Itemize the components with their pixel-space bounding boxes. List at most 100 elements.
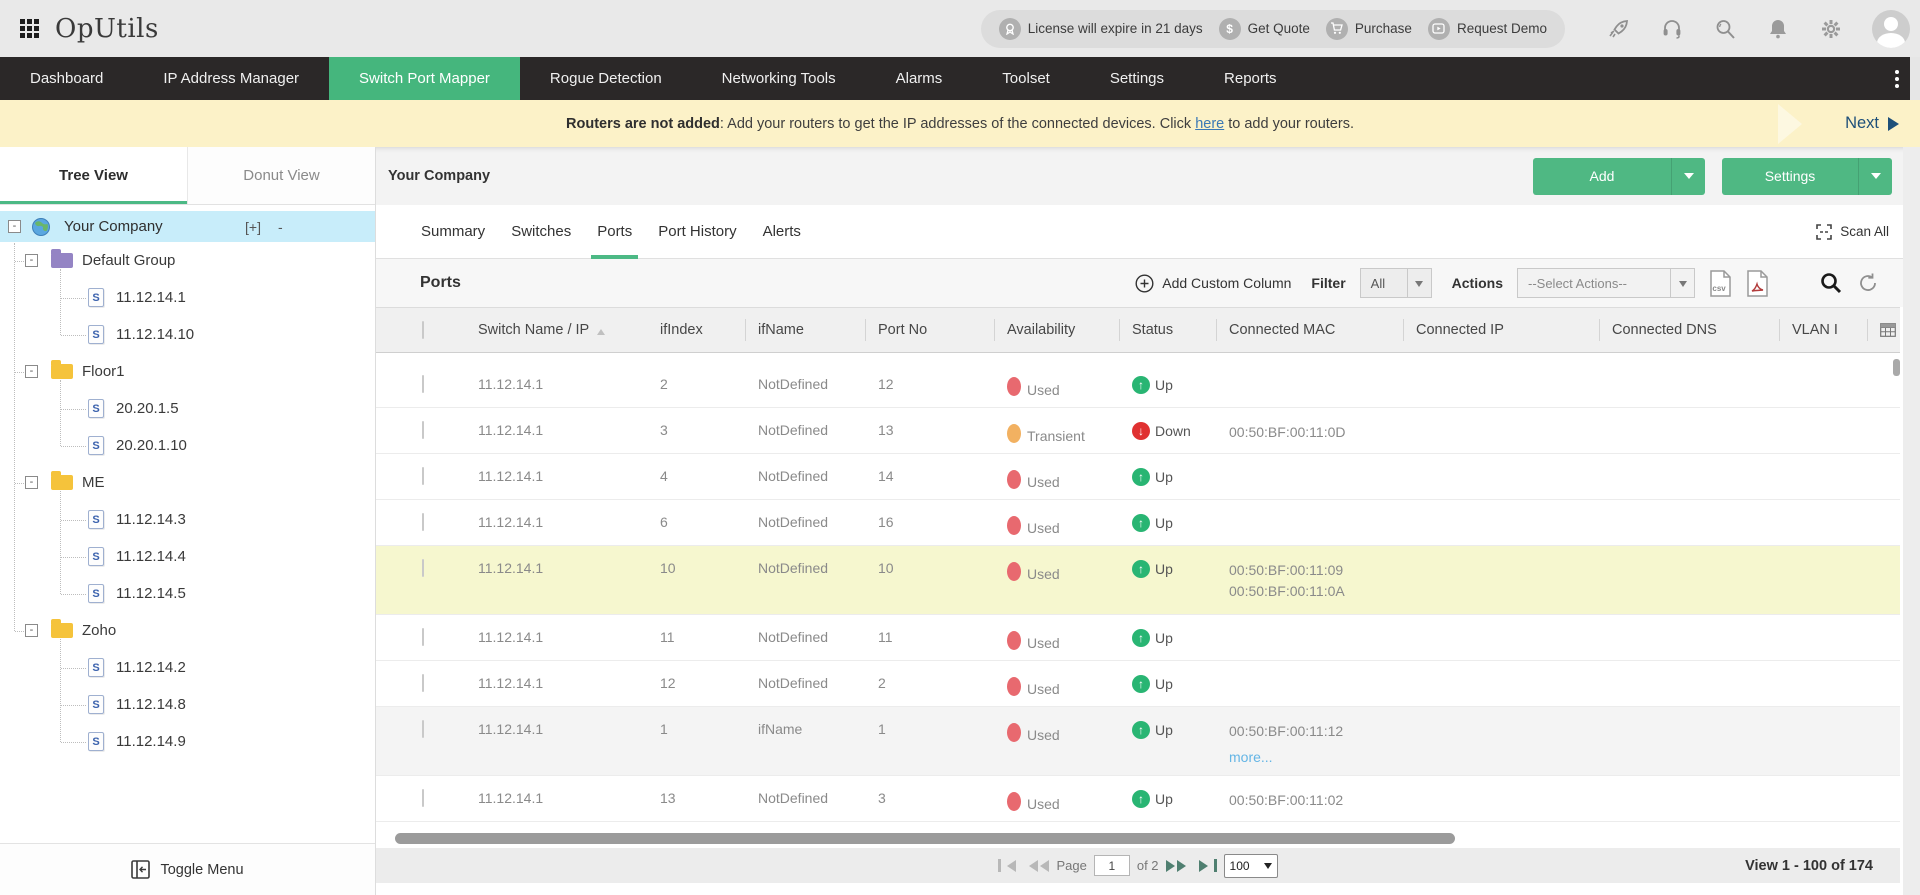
column-header-ifindex[interactable]: ifIndex <box>647 308 745 353</box>
nav-item-alarms[interactable]: Alarms <box>866 57 973 100</box>
get-quote-button[interactable]: $ Get Quote <box>1219 18 1310 40</box>
nav-item-switch-port-mapper[interactable]: Switch Port Mapper <box>329 57 520 100</box>
tree-group-zoho[interactable]: -Zoho <box>0 612 375 649</box>
scan-all-button[interactable]: Scan All <box>1816 205 1889 258</box>
table-row[interactable]: 11.12.14.112NotDefined2Used↑Up <box>376 661 1900 707</box>
expand-all-button[interactable]: [+] <box>245 219 261 235</box>
column-header-connected-dns[interactable]: Connected DNS <box>1599 308 1779 353</box>
tab-alerts[interactable]: Alerts <box>757 205 807 258</box>
tree-group-floor1[interactable]: -Floor1 <box>0 353 375 390</box>
user-avatar[interactable] <box>1872 10 1910 48</box>
page-size-select[interactable]: 100 <box>1224 854 1278 878</box>
next-button[interactable]: Next <box>1845 100 1906 147</box>
row-checkbox[interactable] <box>422 375 424 393</box>
column-header-availability[interactable]: Availability <box>994 308 1119 353</box>
rocket-icon[interactable] <box>1607 17 1631 41</box>
more-link[interactable]: more... <box>1229 747 1273 768</box>
table-row[interactable]: 11.12.14.12NotDefined12Used↑Up <box>376 362 1900 408</box>
tree-group-me[interactable]: -ME <box>0 464 375 501</box>
collapse-box-icon[interactable]: - <box>25 476 38 489</box>
nav-item-settings[interactable]: Settings <box>1080 57 1194 100</box>
add-dropdown-caret[interactable] <box>1671 158 1705 195</box>
column-header-ifname[interactable]: ifName <box>745 308 865 353</box>
tree-switch-11.12.14.4[interactable]: S11.12.14.4 <box>0 538 375 575</box>
add-custom-column-button[interactable]: Add Custom Column <box>1135 274 1291 293</box>
row-checkbox[interactable] <box>422 674 424 692</box>
tab-switches[interactable]: Switches <box>505 205 577 258</box>
table-search-icon[interactable] <box>1819 271 1843 295</box>
nav-item-toolset[interactable]: Toolset <box>972 57 1080 100</box>
tree-switch-20.20.1.5[interactable]: S20.20.1.5 <box>0 390 375 427</box>
toggle-menu-button[interactable]: Toggle Menu <box>0 843 375 895</box>
add-routers-link[interactable]: here <box>1195 116 1224 132</box>
collapse-box-icon[interactable]: - <box>25 624 38 637</box>
next-page-button[interactable] <box>1166 860 1192 872</box>
column-header-port-no[interactable]: Port No <box>865 308 994 353</box>
collapse-box-icon[interactable]: - <box>8 220 21 233</box>
refresh-icon[interactable] <box>1857 272 1879 294</box>
actions-select[interactable]: --Select Actions-- <box>1517 268 1695 298</box>
nav-item-networking-tools[interactable]: Networking Tools <box>692 57 866 100</box>
widget-colors-icon[interactable] <box>1783 272 1805 294</box>
row-checkbox[interactable] <box>422 467 424 485</box>
tree-switch-11.12.14.10[interactable]: S11.12.14.10 <box>0 316 375 353</box>
tree-root-your-company[interactable]: - Your Company [+] - <box>0 211 375 242</box>
column-chooser-icon[interactable] <box>1880 323 1896 337</box>
filter-select[interactable]: All <box>1360 268 1432 298</box>
table-row[interactable]: 11.12.14.110NotDefined10Used↑Up00:50:BF:… <box>376 546 1900 615</box>
tree-switch-11.12.14.9[interactable]: S11.12.14.9 <box>0 723 375 760</box>
tree-switch-11.12.14.5[interactable]: S11.12.14.5 <box>0 575 375 612</box>
request-demo-button[interactable]: Request Demo <box>1428 18 1547 40</box>
add-button[interactable]: Add <box>1533 158 1705 195</box>
notifications-bell-icon[interactable] <box>1766 17 1790 41</box>
row-checkbox[interactable] <box>422 789 424 807</box>
nav-item-reports[interactable]: Reports <box>1194 57 1307 100</box>
tree-switch-11.12.14.1[interactable]: S11.12.14.1 <box>0 279 375 316</box>
collapse-all-button[interactable]: - <box>278 219 283 235</box>
nav-item-ip-address-manager[interactable]: IP Address Manager <box>133 57 329 100</box>
settings-dropdown-caret[interactable] <box>1858 158 1892 195</box>
tab-summary[interactable]: Summary <box>415 205 491 258</box>
column-header-connected-mac[interactable]: Connected MAC <box>1216 308 1403 353</box>
column-header-switch-name-ip[interactable]: Switch Name / IP <box>465 308 647 353</box>
last-page-button[interactable] <box>1199 859 1217 872</box>
table-row[interactable]: 11.12.14.11ifName1Used↑Up00:50:BF:00:11:… <box>376 707 1900 776</box>
nav-overflow-menu-icon[interactable] <box>1890 65 1904 93</box>
vertical-scrollbar-thumb[interactable] <box>1893 359 1900 376</box>
tree-switch-11.12.14.8[interactable]: S11.12.14.8 <box>0 686 375 723</box>
app-grid-icon[interactable] <box>20 19 39 38</box>
table-row[interactable]: 11.12.14.113NotDefined3Used↑Up00:50:BF:0… <box>376 776 1900 822</box>
settings-gear-icon[interactable] <box>1819 17 1843 41</box>
row-checkbox[interactable] <box>422 628 424 646</box>
tree-group-default-group[interactable]: -Default Group <box>0 242 375 279</box>
tree-switch-20.20.1.10[interactable]: S20.20.1.10 <box>0 427 375 464</box>
horizontal-scrollbar-thumb[interactable] <box>395 833 1455 844</box>
table-row[interactable]: 11.12.14.13NotDefined13Transient↓Down00:… <box>376 408 1900 454</box>
row-checkbox[interactable] <box>422 513 424 531</box>
license-expiry[interactable]: License will expire in 21 days <box>999 18 1203 40</box>
export-csv-icon[interactable]: csv <box>1709 270 1732 297</box>
tab-port-history[interactable]: Port History <box>652 205 742 258</box>
tab-ports[interactable]: Ports <box>591 205 638 258</box>
row-checkbox[interactable] <box>422 421 424 439</box>
row-checkbox[interactable] <box>422 559 424 577</box>
export-pdf-icon[interactable] <box>1746 270 1769 297</box>
table-row[interactable]: 11.12.14.14NotDefined14Used↑Up <box>376 454 1900 500</box>
nav-item-rogue-detection[interactable]: Rogue Detection <box>520 57 692 100</box>
select-all-checkbox[interactable] <box>422 321 424 339</box>
tree-switch-11.12.14.2[interactable]: S11.12.14.2 <box>0 649 375 686</box>
tree-switch-11.12.14.3[interactable]: S11.12.14.3 <box>0 501 375 538</box>
row-checkbox[interactable] <box>422 720 424 738</box>
column-header-connected-ip[interactable]: Connected IP <box>1403 308 1599 353</box>
table-row[interactable]: 11.12.14.111NotDefined11Used↑Up <box>376 615 1900 661</box>
tab-tree-view[interactable]: Tree View <box>0 147 187 204</box>
collapse-box-icon[interactable]: - <box>25 365 38 378</box>
nav-item-dashboard[interactable]: Dashboard <box>0 57 133 100</box>
column-header-status[interactable]: Status <box>1119 308 1216 353</box>
purchase-button[interactable]: Purchase <box>1326 18 1412 40</box>
tab-donut-view[interactable]: Donut View <box>187 147 375 204</box>
collapse-box-icon[interactable]: - <box>25 254 38 267</box>
support-headset-icon[interactable] <box>1660 17 1684 41</box>
table-row[interactable]: 11.12.14.16NotDefined16Used↑Up <box>376 500 1900 546</box>
first-page-button[interactable] <box>998 859 1016 872</box>
